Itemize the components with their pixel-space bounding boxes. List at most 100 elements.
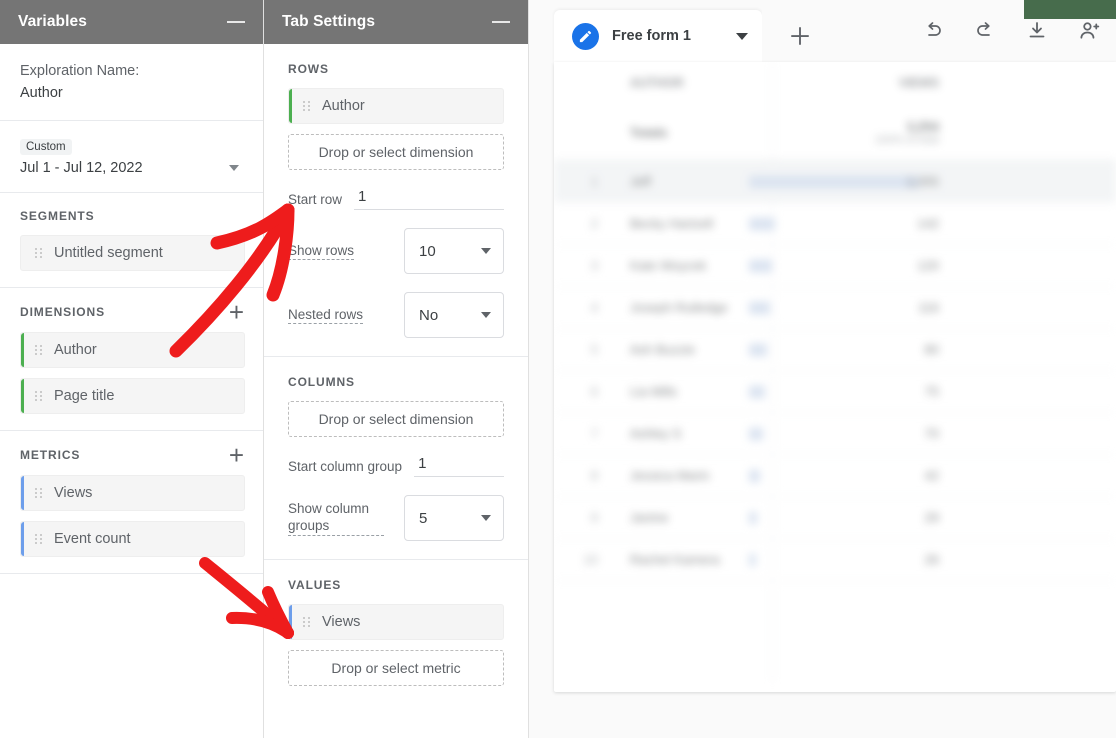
- row-dimension: Janine: [612, 496, 749, 539]
- values-dropzone[interactable]: Drop or select metric: [288, 650, 504, 686]
- table-row[interactable]: 3 Kate Woycek 120: [554, 244, 1116, 287]
- row-dimension: Becky Hartzell: [612, 202, 749, 245]
- chevron-down-icon[interactable]: [736, 32, 748, 40]
- tab-settings-panel-title: Tab Settings: [282, 13, 376, 30]
- segment-item-untitled[interactable]: Untitled segment: [20, 235, 245, 271]
- chevron-down-icon: [481, 515, 491, 521]
- date-range-section[interactable]: Custom Jul 1 - Jul 12, 2022: [0, 121, 263, 193]
- row-dimension: Rachel Kamera: [612, 538, 749, 581]
- row-dimension: Joseph Rutledge: [612, 286, 749, 329]
- download-icon[interactable]: [1024, 18, 1050, 44]
- columns-heading: COLUMNS: [288, 375, 355, 389]
- metric-color-bar: [289, 605, 292, 639]
- show-rows-select[interactable]: 10: [404, 228, 504, 274]
- values-item-views[interactable]: Views: [288, 604, 504, 640]
- rows-dropzone[interactable]: Drop or select dimension: [288, 134, 504, 170]
- show-column-groups-field: Show column groups 5: [288, 495, 504, 541]
- green-overlay-block: [1024, 0, 1116, 19]
- columns-dropzone[interactable]: Drop or select dimension: [288, 401, 504, 437]
- plus-icon: [790, 27, 809, 45]
- row-value: 142: [917, 216, 939, 231]
- drag-handle-icon[interactable]: [303, 101, 310, 111]
- minimize-icon[interactable]: [227, 21, 247, 23]
- table-row[interactable]: 4 Joseph Rutledge 116: [554, 286, 1116, 329]
- row-value: 29: [924, 510, 939, 525]
- values-item-label: Views: [322, 614, 361, 630]
- tab-settings-panel: Tab Settings ROWS Author Drop or select …: [264, 0, 529, 738]
- dimensions-heading: DIMENSIONS: [20, 305, 106, 319]
- show-rows-field: Show rows 10: [288, 228, 504, 274]
- nested-rows-select[interactable]: No: [404, 292, 504, 338]
- table-row[interactable]: 9 Janine 29: [554, 496, 1116, 539]
- table-header-row: AUTHOR VIEWS: [554, 62, 1116, 104]
- table-row[interactable]: 8 Jessica Marin 42: [554, 454, 1116, 497]
- dimensions-section: DIMENSIONS + Author Page title: [0, 288, 263, 431]
- start-row-field: Start row: [288, 188, 504, 210]
- nested-rows-label: Nested rows: [288, 306, 364, 324]
- canvas-toolbar: [920, 18, 1102, 44]
- row-dimension: Jeff: [612, 160, 749, 203]
- tab-settings-panel-header: Tab Settings: [264, 0, 528, 44]
- table-row[interactable]: 5 Ash Buzzie 80: [554, 328, 1116, 371]
- table-row[interactable]: 10 Rachel Kamera 26: [554, 538, 1116, 581]
- start-row-input[interactable]: [354, 188, 504, 210]
- show-column-groups-value: 5: [419, 509, 428, 527]
- row-dimension: Lia Mills: [612, 370, 749, 413]
- undo-icon[interactable]: [920, 18, 946, 44]
- pivot-table-blurred: AUTHOR VIEWS Totals 3,254 100% of total: [554, 62, 1116, 682]
- show-column-groups-label: Show column groups: [288, 500, 384, 536]
- row-value: 1,055: [906, 174, 939, 189]
- exploration-name-label: Exploration Name:: [20, 63, 140, 79]
- table-row[interactable]: 2 Becky Hartzell 142: [554, 202, 1116, 245]
- table-row[interactable]: 7 Ashley S 70: [554, 412, 1116, 455]
- table-row[interactable]: 1 Jeff 1,055: [554, 160, 1116, 203]
- values-section: VALUES Views Drop or select metric: [264, 560, 528, 704]
- start-column-group-input[interactable]: [414, 455, 504, 477]
- segments-heading: SEGMENTS: [20, 209, 95, 223]
- metric-item-views[interactable]: Views: [20, 475, 245, 511]
- drag-handle-icon[interactable]: [35, 391, 42, 401]
- table-row[interactable]: 6 Lia Mills 75: [554, 370, 1116, 413]
- values-heading: VALUES: [288, 578, 342, 592]
- date-range-value: Jul 1 - Jul 12, 2022: [20, 160, 143, 176]
- drag-handle-icon[interactable]: [35, 488, 42, 498]
- table-totals-row: Totals 3,254 100% of total: [554, 104, 1116, 161]
- pencil-icon: [572, 22, 599, 50]
- start-row-label: Start row: [288, 191, 343, 207]
- drag-handle-icon[interactable]: [35, 248, 42, 258]
- add-dimension-icon[interactable]: +: [229, 299, 245, 325]
- variables-panel-title: Variables: [18, 13, 87, 30]
- exploration-name-value[interactable]: Author: [20, 82, 245, 104]
- drag-handle-icon[interactable]: [303, 617, 310, 627]
- row-index: 5: [554, 328, 612, 371]
- row-dimension: Ash Buzzie: [612, 328, 749, 371]
- row-value: 120: [917, 258, 939, 273]
- share-add-user-icon[interactable]: [1076, 18, 1102, 44]
- segments-section: SEGMENTS Untitled segment: [0, 193, 263, 288]
- add-tab-button[interactable]: [762, 10, 837, 62]
- row-dimension: Kate Woycek: [612, 244, 749, 287]
- dimension-color-bar: [21, 379, 24, 413]
- tab-free-form-1[interactable]: Free form 1: [554, 10, 762, 62]
- segment-item-label: Untitled segment: [54, 245, 163, 261]
- redo-icon[interactable]: [972, 18, 998, 44]
- minimize-icon[interactable]: [492, 21, 512, 23]
- columns-section: COLUMNS Drop or select dimension Start c…: [264, 357, 528, 560]
- chevron-down-icon[interactable]: [229, 165, 239, 171]
- dimensions-heading-row: DIMENSIONS +: [20, 299, 245, 325]
- add-metric-icon[interactable]: +: [229, 442, 245, 468]
- drag-handle-icon[interactable]: [35, 534, 42, 544]
- row-value: 42: [924, 468, 939, 483]
- exploration-name-section: Exploration Name: Author: [0, 44, 263, 121]
- row-index: 2: [554, 202, 612, 245]
- rows-item-author[interactable]: Author: [288, 88, 504, 124]
- drag-handle-icon[interactable]: [35, 345, 42, 355]
- metric-item-event-count[interactable]: Event count: [20, 521, 245, 557]
- dimension-item-author[interactable]: Author: [20, 332, 245, 368]
- nested-rows-field: Nested rows No: [288, 292, 504, 338]
- show-column-groups-select[interactable]: 5: [404, 495, 504, 541]
- nested-rows-value: No: [419, 306, 439, 324]
- row-value: 26: [924, 552, 939, 567]
- dimension-item-page-title[interactable]: Page title: [20, 378, 245, 414]
- row-value: 70: [924, 426, 939, 441]
